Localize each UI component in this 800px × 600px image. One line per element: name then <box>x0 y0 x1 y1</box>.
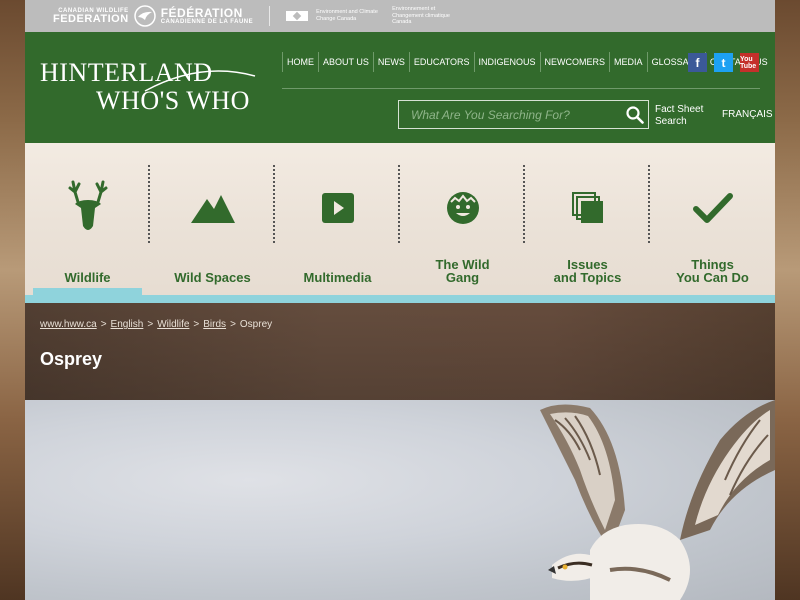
breadcrumb: www.hww.ca > English > Wildlife > Birds … <box>40 319 272 330</box>
mainnav-label: Issues and Topics <box>553 257 622 285</box>
mainnav-label: The Wild Gang <box>435 257 490 285</box>
breadcrumb-separator: > <box>230 319 236 330</box>
eccc-logo[interactable]: Environment and Climate Change Canada En… <box>286 6 460 26</box>
breadcrumb-english[interactable]: English <box>111 319 144 330</box>
mainnav-wild-gang[interactable]: The Wild Gang <box>400 143 525 295</box>
page-container: CANADIAN WILDLIFE FEDERATION FÉDÉRATION … <box>25 0 775 600</box>
eccc-fr: Environnement et Changement climatique C… <box>392 6 450 26</box>
mainnav-label: Things You Can Do <box>676 257 749 285</box>
topnav-news[interactable]: NEWS <box>372 52 409 72</box>
cwf-bird-icon <box>133 5 156 27</box>
language-toggle[interactable]: FRANÇAIS <box>722 109 773 120</box>
background-right <box>775 0 800 600</box>
canada-flag-icon <box>286 11 309 21</box>
youtube-icon[interactable]: You Tube <box>740 53 759 72</box>
cwf-fr-big: FÉDÉRATION <box>160 6 243 20</box>
header-divider <box>282 88 760 89</box>
cwf-logo[interactable]: CANADIAN WILDLIFE FEDERATION FÉDÉRATION … <box>53 5 253 27</box>
nav-accent-bar <box>25 295 775 303</box>
facebook-icon[interactable]: f <box>688 53 707 72</box>
cwf-fr-small: CANADIENNE DE LA FAUNE <box>160 19 254 25</box>
breadcrumb-birds[interactable]: Birds <box>203 319 226 330</box>
topnav-newcomers[interactable]: NEWCOMERS <box>539 52 610 72</box>
search-input[interactable] <box>399 101 622 128</box>
mainnav-things-you-can-do[interactable]: Things You Can Do <box>650 143 775 295</box>
background-left <box>0 0 25 600</box>
mainnav-label: Wild Spaces <box>174 270 251 285</box>
search-box <box>398 100 649 129</box>
site-header: HINTERLAND WHO'S WHO HOME ABOUT US NEWS … <box>25 32 775 143</box>
checkmark-icon <box>692 193 733 223</box>
search-button[interactable] <box>622 102 648 128</box>
topnav-indigenous[interactable]: INDIGENOUS <box>473 52 540 72</box>
topnav-media[interactable]: MEDIA <box>609 52 647 72</box>
fact-sheet-search-link[interactable]: Fact Sheet Search <box>655 104 703 127</box>
mainnav-issues-topics[interactable]: Issues and Topics <box>525 143 650 295</box>
partner-divider <box>269 6 271 26</box>
hero-image <box>25 400 775 600</box>
twitter-icon[interactable]: t <box>714 53 733 72</box>
topnav-about-us[interactable]: ABOUT US <box>318 52 373 72</box>
breadcrumb-separator: > <box>147 319 154 330</box>
cwf-en-big: FEDERATION <box>53 12 129 25</box>
site-logo[interactable]: HINTERLAND WHO'S WHO <box>40 60 256 114</box>
social-links: f t You Tube <box>688 53 759 72</box>
mountain-icon <box>190 195 235 223</box>
play-icon <box>321 193 354 223</box>
logo-swoosh-icon <box>144 70 256 92</box>
breadcrumb-separator: > <box>100 319 107 330</box>
deer-icon <box>68 180 107 230</box>
search-icon <box>626 105 644 124</box>
breadcrumb-separator: > <box>193 319 200 330</box>
topnav-home[interactable]: HOME <box>282 52 318 72</box>
breadcrumb-current: Osprey <box>239 319 273 330</box>
mainnav-label: Wildlife <box>64 270 111 285</box>
breadcrumb-home[interactable]: www.hww.ca <box>40 319 97 330</box>
main-navigation: Wildlife Wild Spaces Multimedia The Wild… <box>25 143 775 303</box>
breadcrumb-wildlife[interactable]: Wildlife <box>157 319 189 330</box>
partner-bar: CANADIAN WILDLIFE FEDERATION FÉDÉRATION … <box>25 0 775 32</box>
mainnav-multimedia[interactable]: Multimedia <box>275 143 400 295</box>
stack-icon <box>571 192 603 223</box>
eccc-en: Environment and Climate Change Canada <box>316 9 378 22</box>
face-icon <box>446 192 479 224</box>
mainnav-wildlife[interactable]: Wildlife <box>25 143 150 295</box>
title-banner: www.hww.ca > English > Wildlife > Birds … <box>25 303 775 400</box>
osprey-image <box>540 400 775 600</box>
topnav-educators[interactable]: EDUCATORS <box>408 52 474 72</box>
page-title: Osprey <box>40 349 103 369</box>
mainnav-label: Multimedia <box>303 270 372 285</box>
mainnav-wild-spaces[interactable]: Wild Spaces <box>150 143 275 295</box>
